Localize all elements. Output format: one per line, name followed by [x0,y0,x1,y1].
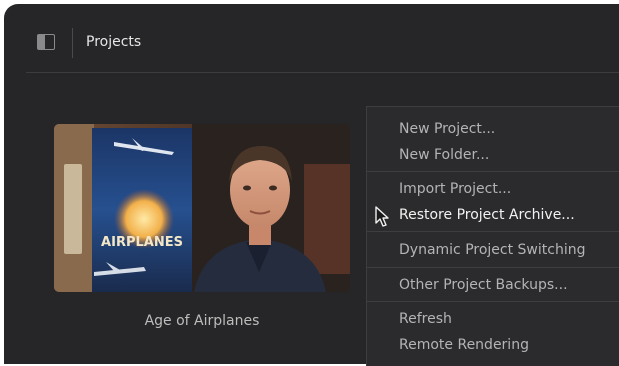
mouse-pointer-icon [375,206,389,227]
menu-separator [367,231,619,232]
project-name[interactable]: Age of Airplanes [54,312,350,330]
menu-item-restore-project-archive[interactable]: Restore Project Archive... [399,206,575,224]
menu-item-new-folder[interactable]: New Folder... [399,146,489,164]
context-menu: New Project... New Folder... Import Proj… [366,106,619,366]
menu-separator [367,267,619,268]
project-thumbnail-image: AIRPLANES [54,124,350,292]
menu-item-dynamic-project-switching[interactable]: Dynamic Project Switching [399,241,585,259]
menu-item-import-project[interactable]: Import Project... [399,180,511,198]
page-title: Projects [86,34,142,50]
menu-item-refresh[interactable]: Refresh [399,310,452,328]
menu-item-new-project[interactable]: New Project... [399,120,495,138]
poster-title: AIRPLANES [101,235,183,250]
header-divider [72,28,73,58]
menu-separator [367,171,619,172]
menu-item-remote-rendering[interactable]: Remote Rendering [399,336,529,354]
sidebar-toggle-icon[interactable] [37,34,55,50]
header-bar: Projects [4,4,619,74]
menu-separator [367,301,619,302]
header-rule [26,72,619,73]
menu-item-other-project-backups[interactable]: Other Project Backups... [399,276,568,294]
project-thumbnail[interactable]: AIRPLANES [54,124,350,292]
